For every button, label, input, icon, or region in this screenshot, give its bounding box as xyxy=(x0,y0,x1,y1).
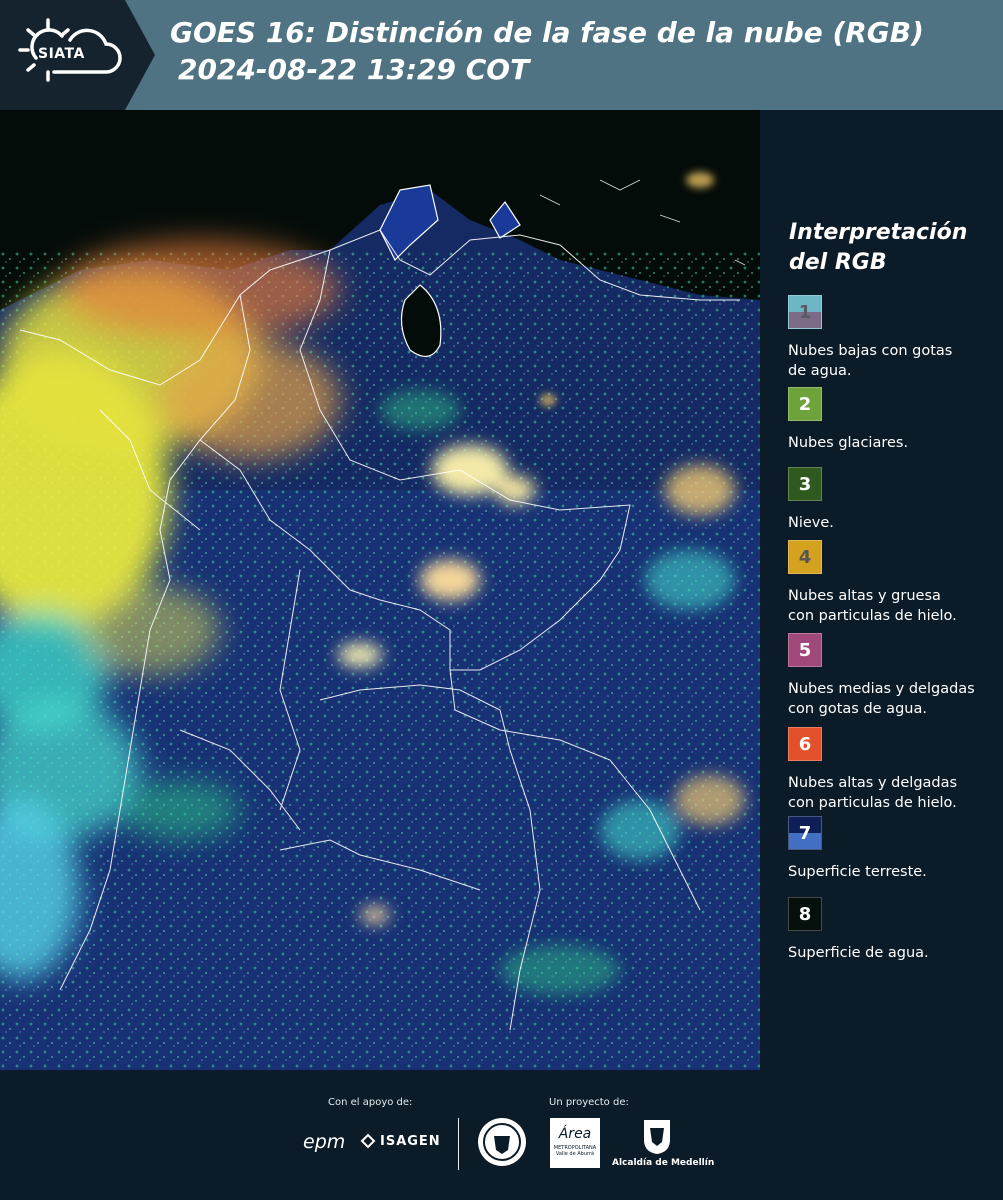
legend-label: Nubes glaciares. xyxy=(788,433,998,453)
legend-label: Nubes bajas con gotas de agua. xyxy=(788,341,998,381)
legend-swatch: 5 xyxy=(788,633,822,667)
header: SIATA GOES 16: Distinción de la fase de … xyxy=(0,0,1003,110)
legend-swatch: 6 xyxy=(788,727,822,761)
legend-title-line-1: Interpretación xyxy=(789,220,968,245)
title-line-1: GOES 16: Distinción de la fase de la nub… xyxy=(170,16,924,49)
legend-swatch-number: 6 xyxy=(798,734,812,755)
legend-label: Superficie terreste. xyxy=(788,862,998,882)
area-logo-text: Área xyxy=(558,1126,592,1142)
footer-divider xyxy=(458,1118,459,1170)
legend-item: 1 Nubes bajas con gotas de agua. xyxy=(788,295,998,381)
legend-label-line: Superficie terreste. xyxy=(788,864,927,880)
area-metropolitana-logo: Área METROPOLITANA Valle de Aburrá xyxy=(550,1118,600,1168)
legend-item: 6 Nubes altas y delgadas con particulas de… xyxy=(788,727,998,813)
legend-title: Interpretación del RGB xyxy=(789,218,967,278)
legend-label-line: Superficie de agua. xyxy=(788,945,929,961)
legend-label: Nubes altas y delgadas con particulas de … xyxy=(788,773,998,813)
title-line-2: 2024-08-22 13:29 COT xyxy=(178,53,530,86)
legend-swatch: 4 xyxy=(788,540,822,574)
legend-label-line: Nubes altas y delgadas xyxy=(788,775,958,791)
legend-swatch: 8 xyxy=(788,897,822,931)
project-label: Un proyecto de: xyxy=(549,1097,629,1108)
legend-swatch-number: 4 xyxy=(798,547,812,568)
legend-label: Nubes medias y delgadas con gotas de agua… xyxy=(788,679,998,719)
legend-item: 4 Nubes altas y gruesa con particulas de h… xyxy=(788,540,998,626)
medellin-shield-icon xyxy=(644,1120,670,1154)
isagen-logo-text: ISAGEN xyxy=(380,1133,441,1149)
logo-text: SIATA xyxy=(38,46,85,62)
legend-swatch-number: 1 xyxy=(798,302,812,323)
legend-label-line: Nieve. xyxy=(788,515,834,531)
alcaldia-logo-text: Alcaldía de Medellín xyxy=(612,1158,715,1168)
legend-label-line: con particulas de hielo. xyxy=(788,795,957,811)
footer: Con el apoyo de: Un proyecto de: epm ISA… xyxy=(0,1070,1003,1200)
legend-swatch: 7 xyxy=(788,816,822,850)
legend-item: 7 Superficie terreste. xyxy=(788,816,998,882)
legend-item: 2 Nubes glaciares. xyxy=(788,387,998,453)
legend-item: 5 Nubes medias y delgadas con gotas de agu… xyxy=(788,633,998,719)
legend-title-line-2: del RGB xyxy=(789,250,887,275)
epm-logo-text: epm xyxy=(303,1131,346,1153)
legend-item: 8 Superficie de agua. xyxy=(788,897,998,963)
legend-label: Nieve. xyxy=(788,513,998,533)
legend-swatch-number: 7 xyxy=(798,823,812,844)
legend-swatch-number: 5 xyxy=(798,640,812,661)
epm-logo: epm xyxy=(303,1131,345,1153)
legend-swatch: 2 xyxy=(788,387,822,421)
support-label: Con el apoyo de: xyxy=(328,1097,413,1108)
legend-label-line: con particulas de hielo. xyxy=(788,608,957,624)
legend-label-line: Nubes medias y delgadas xyxy=(788,681,975,697)
legend-swatch-number: 3 xyxy=(798,474,812,495)
satellite-rgb-map xyxy=(0,110,760,1070)
siata-logo: SIATA xyxy=(0,0,155,110)
antioquia-seal-icon xyxy=(478,1118,526,1166)
legend-swatch-number: 2 xyxy=(798,394,812,415)
legend-label-line: con gotas de agua. xyxy=(788,701,927,717)
legend-swatch: 1 xyxy=(788,295,822,329)
legend-label-line: Nubes glaciares. xyxy=(788,435,909,451)
legend-label-line: Nubes altas y gruesa xyxy=(788,588,941,604)
legend-label-line: Nubes bajas con gotas xyxy=(788,343,953,359)
area-logo-line-2: Valle de Aburrá xyxy=(555,1151,595,1157)
isagen-logo: ISAGEN xyxy=(360,1133,441,1149)
legend-item: 3 Nieve. xyxy=(788,467,998,533)
legend-swatch: 3 xyxy=(788,467,822,501)
legend-label: Nubes altas y gruesa con particulas de hi… xyxy=(788,586,998,626)
legend-label: Superficie de agua. xyxy=(788,943,998,963)
isagen-icon xyxy=(360,1133,376,1149)
legend-swatch-number: 8 xyxy=(798,904,812,925)
page-title: GOES 16: Distinción de la fase de la nub… xyxy=(170,14,924,88)
legend-label-line: de agua. xyxy=(788,363,852,379)
